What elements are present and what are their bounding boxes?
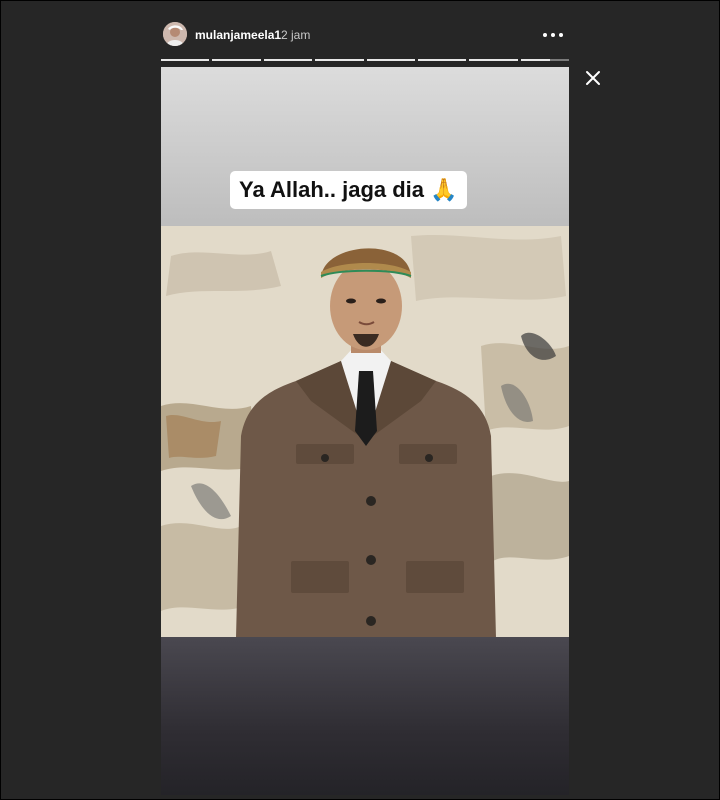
more-options-button[interactable]	[541, 25, 565, 45]
story-photo	[161, 226, 569, 638]
more-dot	[543, 33, 547, 37]
progress-segment	[417, 59, 467, 61]
progress-segment	[263, 59, 313, 61]
more-dot	[559, 33, 563, 37]
progress-segment	[469, 59, 518, 61]
more-dot	[551, 33, 555, 37]
caption-text: Ya Allah.. jaga dia	[239, 177, 425, 202]
story-viewer: mulanjameela1 2 jam Ya Allah.. jaga dia …	[0, 0, 720, 800]
progress-segment	[161, 59, 210, 61]
story-bottom-gradient	[161, 637, 569, 795]
story-progress-bar	[161, 59, 569, 61]
story-caption: Ya Allah.. jaga dia 🙏	[230, 171, 467, 209]
progress-segment	[520, 59, 569, 61]
man-in-brown-suit-photo	[161, 226, 569, 638]
pray-emoji-icon: 🙏	[430, 177, 458, 202]
progress-segment	[366, 59, 415, 61]
post-timestamp: 2 jam	[281, 28, 311, 42]
story-content[interactable]: Ya Allah.. jaga dia 🙏	[161, 67, 569, 795]
progress-segment	[315, 59, 364, 61]
close-icon[interactable]	[583, 68, 603, 88]
avatar[interactable]	[163, 22, 187, 46]
avatar-image	[163, 22, 187, 46]
story-header: mulanjameela1 2 jam	[161, 19, 569, 51]
progress-segment	[212, 59, 261, 61]
username-link[interactable]: mulanjameela1	[195, 28, 281, 42]
